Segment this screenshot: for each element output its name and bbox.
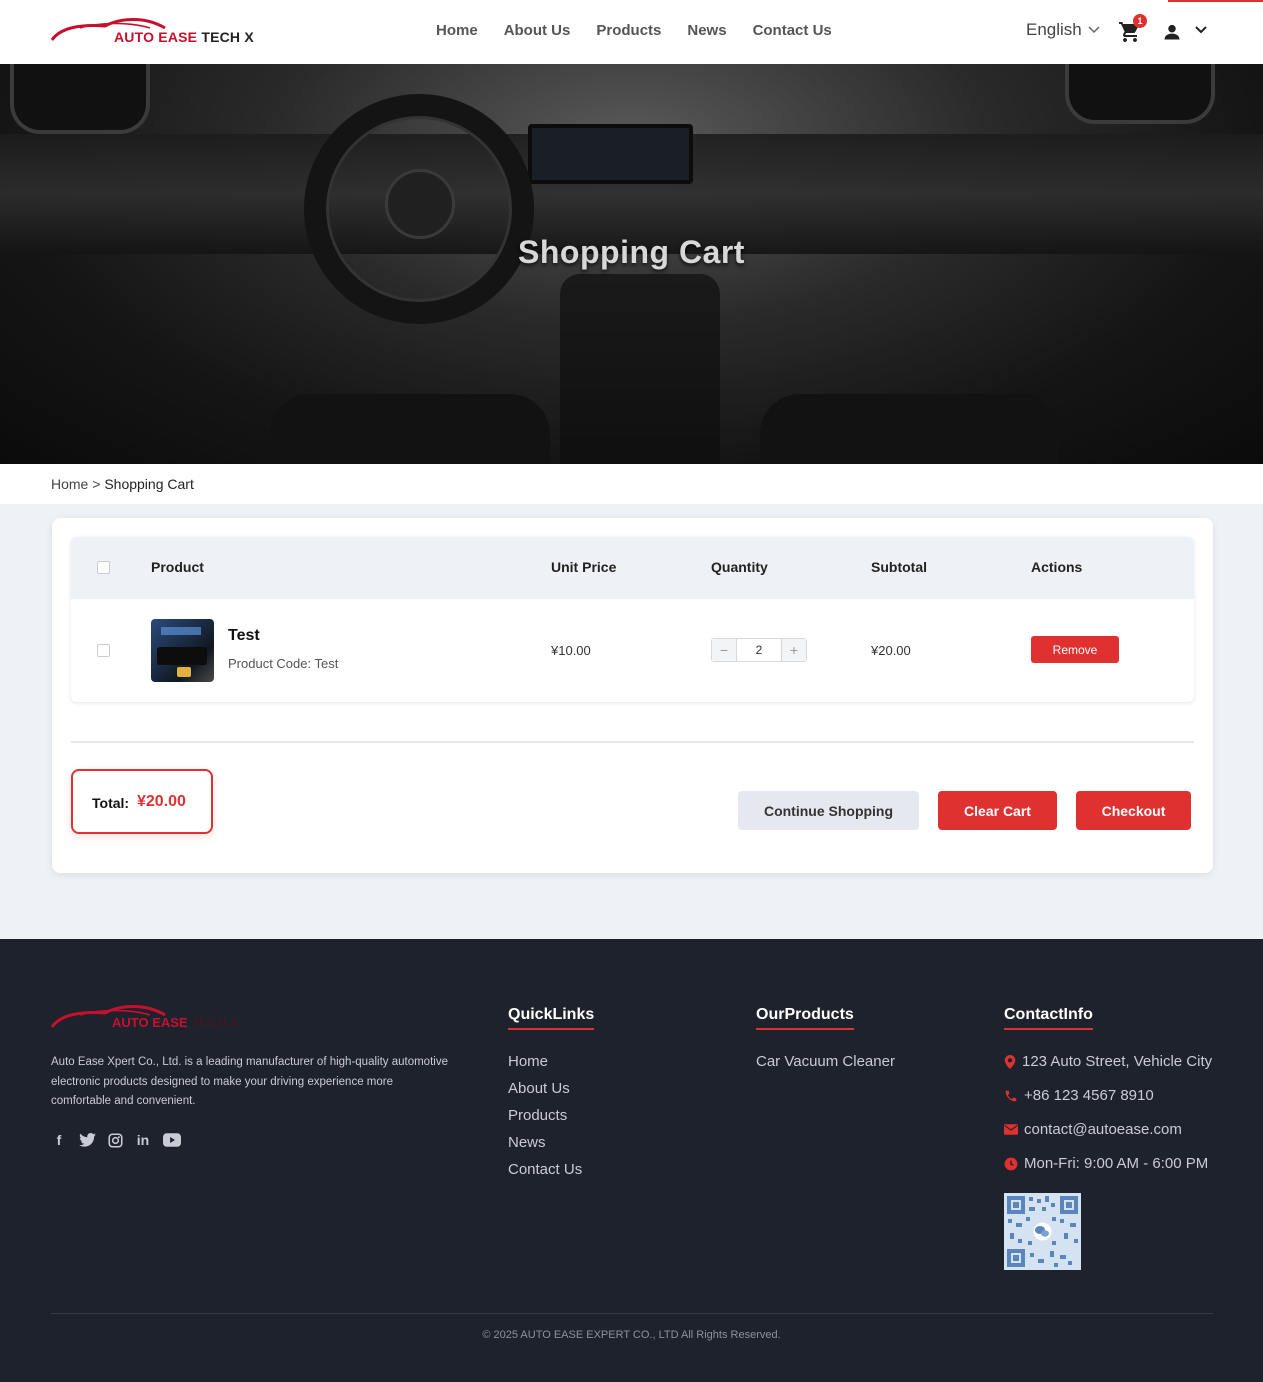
total-value: ¥20.00 [137, 793, 186, 810]
contact-phone-text[interactable]: +86 123 4567 8910 [1024, 1087, 1154, 1104]
footer-divider [51, 1313, 1213, 1314]
header-unit-price: Unit Price [551, 559, 617, 575]
footer-link-products[interactable]: Products [508, 1107, 582, 1124]
cart-divider [71, 741, 1194, 743]
breadcrumb-home[interactable]: Home [51, 476, 88, 492]
contact-phone: +86 123 4567 8910 [1004, 1087, 1212, 1104]
ourproducts-list: Car Vacuum Cleaner [756, 1053, 895, 1080]
site-header: AUTO EASE TECH X Home About Us Products … [0, 0, 1263, 64]
ourproducts-heading: OurProducts [756, 1006, 854, 1030]
cart-total-box: Total: ¥20.00 [71, 769, 213, 834]
cart-card: Product Unit Price Quantity Subtotal Act… [52, 518, 1213, 873]
header-actions: Actions [1031, 559, 1083, 575]
user-menu-chevron-icon[interactable] [1195, 26, 1207, 34]
footer-logo[interactable]: AUTO EASE TECH X [50, 1001, 250, 1031]
cart-table: Product Unit Price Quantity Subtotal Act… [71, 537, 1194, 702]
total-label: Total: [92, 795, 130, 811]
social-links: f in [51, 1132, 181, 1148]
breadcrumb-bar: Home > Shopping Cart [0, 464, 1263, 504]
nav-contact-us[interactable]: Contact Us [753, 22, 832, 39]
checkout-button[interactable]: Checkout [1076, 791, 1191, 830]
youtube-icon[interactable] [163, 1133, 181, 1147]
hero-console-graphic [560, 274, 720, 464]
header-subtotal: Subtotal [871, 559, 927, 575]
hero-seat-right-graphic [760, 394, 1060, 464]
cart-table-header: Product Unit Price Quantity Subtotal Act… [71, 537, 1194, 599]
hero-mirror-right-graphic [1065, 64, 1215, 124]
header-quantity: Quantity [711, 559, 768, 575]
footer-description: Auto Ease Xpert Co., Ltd. is a leading m… [51, 1056, 448, 1107]
item-checkbox[interactable] [97, 644, 110, 657]
select-all-checkbox[interactable] [97, 561, 110, 574]
header-product: Product [151, 559, 204, 575]
product-name[interactable]: Test [228, 627, 260, 645]
contact-email: contact@autoease.com [1004, 1121, 1212, 1138]
unit-price: ¥10.00 [551, 643, 591, 658]
quantity-stepper: − 2 + [711, 638, 807, 662]
site-footer: AUTO EASE TECH X Auto Ease Xpert Co., Lt… [0, 939, 1263, 1382]
instagram-icon[interactable] [108, 1132, 123, 1148]
footer-logo-text-red: AUTO EASE [112, 1015, 188, 1030]
footer-link-about-us[interactable]: About Us [508, 1080, 582, 1097]
nav-products[interactable]: Products [596, 22, 661, 39]
breadcrumb: Home > Shopping Cart [51, 476, 194, 492]
footer-logo-text-dark: TECH X [191, 1015, 239, 1030]
product-code: Product Code: Test [228, 656, 339, 671]
hero-title: Shopping Cart [518, 234, 745, 270]
nav-news[interactable]: News [687, 22, 726, 39]
footer-link-contact-us[interactable]: Contact Us [508, 1161, 582, 1178]
header-accent-line [1168, 0, 1263, 2]
continue-shopping-button[interactable]: Continue Shopping [738, 791, 919, 830]
nav-home[interactable]: Home [436, 22, 478, 39]
decrease-quantity-button[interactable]: − [712, 639, 736, 661]
hero-mirror-left-graphic [10, 64, 150, 134]
increase-quantity-button[interactable]: + [782, 639, 806, 661]
phone-icon [1005, 1090, 1017, 1101]
twitter-icon[interactable] [79, 1133, 96, 1147]
clock-icon [1004, 1157, 1018, 1170]
breadcrumb-current: Shopping Cart [104, 476, 194, 492]
linkedin-icon[interactable]: in [135, 1132, 151, 1148]
footer-link-news[interactable]: News [508, 1134, 582, 1151]
item-subtotal: ¥20.00 [871, 643, 911, 658]
hero-banner: Shopping Cart [0, 64, 1263, 464]
hero-screen-graphic [528, 124, 693, 184]
contact-address-text: 123 Auto Street, Vehicle City [1022, 1053, 1213, 1070]
wechat-qr-code [1004, 1193, 1081, 1270]
cart-count-badge: 1 [1133, 14, 1147, 28]
language-selector[interactable]: English [1026, 20, 1100, 40]
nav-about-us[interactable]: About Us [504, 22, 571, 39]
copyright: © 2025 AUTO EASE EXPERT CO., LTD All Rig… [482, 1329, 781, 1341]
facebook-icon[interactable]: f [51, 1132, 67, 1148]
remove-item-button[interactable]: Remove [1031, 636, 1119, 663]
contactinfo-heading: ContactInfo [1004, 1006, 1093, 1030]
hero-seat-left-graphic [270, 394, 550, 464]
map-marker-icon [1004, 1054, 1016, 1069]
contactinfo-list: 123 Auto Street, Vehicle City +86 123 45… [1004, 1053, 1212, 1189]
chevron-down-icon [1088, 26, 1100, 34]
breadcrumb-separator: > [92, 476, 101, 492]
site-logo[interactable]: AUTO EASE TECH X [50, 14, 254, 46]
quicklinks-heading: QuickLinks [508, 1006, 595, 1030]
hero-wheel-hub-graphic [385, 169, 455, 239]
envelope-icon [1004, 1124, 1018, 1135]
table-row: Test Product Code: Test ¥10.00 − 2 + ¥20… [71, 599, 1194, 702]
clear-cart-button[interactable]: Clear Cart [938, 791, 1057, 830]
footer-product-car-vacuum-cleaner[interactable]: Car Vacuum Cleaner [756, 1053, 895, 1070]
logo-text-dark: TECH X [201, 29, 254, 45]
quicklinks-list: Home About Us Products News Contact Us [508, 1053, 582, 1188]
user-icon[interactable] [1162, 22, 1182, 42]
main-nav: Home About Us Products News Contact Us [436, 22, 832, 39]
contact-address: 123 Auto Street, Vehicle City [1004, 1053, 1212, 1070]
footer-link-home[interactable]: Home [508, 1053, 582, 1070]
contact-email-text[interactable]: contact@autoease.com [1024, 1121, 1182, 1138]
contact-hours-text: Mon-Fri: 9:00 AM - 6:00 PM [1024, 1155, 1209, 1172]
contact-hours: Mon-Fri: 9:00 AM - 6:00 PM [1004, 1155, 1212, 1172]
product-thumbnail[interactable] [151, 619, 214, 682]
language-label: English [1026, 20, 1082, 39]
logo-text-red: AUTO EASE [114, 29, 198, 45]
quantity-value[interactable]: 2 [736, 639, 782, 661]
